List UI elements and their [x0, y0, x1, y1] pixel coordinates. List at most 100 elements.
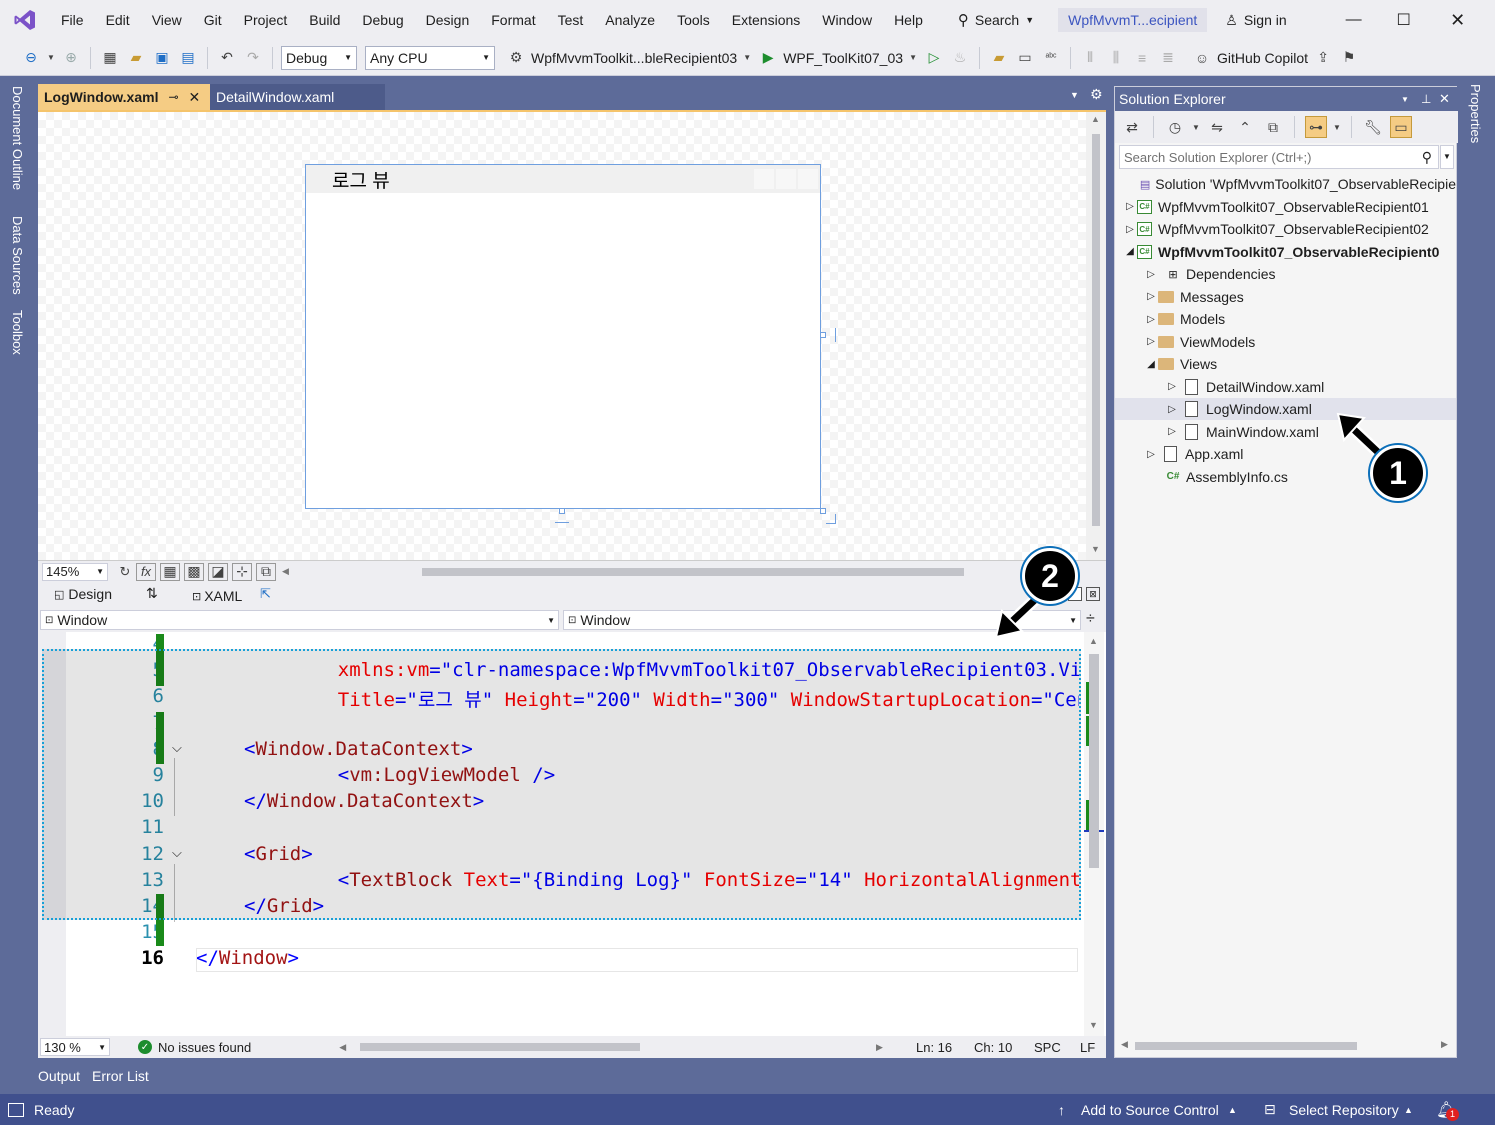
tree-item[interactable]: ▷ MainWindow.xaml — [1115, 421, 1456, 443]
chevron-down-icon[interactable]: ▼ — [1192, 116, 1200, 138]
browse-icon[interactable]: ▰ — [988, 47, 1010, 69]
scroll-right-icon[interactable]: ▶ — [876, 1042, 883, 1053]
history-icon[interactable]: ◷ — [1164, 116, 1186, 138]
close-button[interactable]: ✕ — [1431, 10, 1485, 31]
tree-item[interactable]: ◢ C# WpfMvvmToolkit07_ObservableRecipient0 — [1115, 241, 1456, 263]
expand-arrow-icon[interactable]: ▷ — [1123, 201, 1137, 212]
hot-reload-icon[interactable]: ♨ — [949, 47, 971, 69]
toolbox-tab[interactable]: Toolbox — [10, 310, 25, 355]
tree-item[interactable]: ▷ Models — [1115, 308, 1456, 330]
menu-format[interactable]: Format — [480, 0, 546, 40]
expand-arrow-icon[interactable]: ▷ — [1165, 381, 1179, 392]
tree-item[interactable]: ▤ Solution 'WpfMvvmToolkit07_ObservableRe… — [1115, 173, 1456, 195]
redo-icon[interactable]: ↷ — [242, 47, 264, 69]
expand-arrow-icon[interactable]: ▷ — [1144, 269, 1158, 280]
tree-item[interactable]: ◢ Views — [1115, 353, 1456, 375]
chevron-down-icon[interactable]: ▼ — [1333, 116, 1341, 138]
data-sources-tab[interactable]: Data Sources — [10, 216, 25, 295]
filter-icon[interactable]: ⊶ — [1305, 116, 1327, 138]
design-tab[interactable]: ◱ Design — [54, 586, 112, 602]
menu-file[interactable]: File — [50, 0, 95, 40]
document-outline-tab[interactable]: Document Outline — [10, 86, 25, 190]
search-box[interactable]: ⚲ Search ▼ — [948, 7, 1044, 33]
tab-error-list[interactable]: Error List — [92, 1068, 149, 1084]
chevron-up-icon[interactable]: ▲ — [1404, 1105, 1413, 1115]
switch-views-icon[interactable]: ⇄ — [1121, 116, 1143, 138]
column-status[interactable]: Ch: 10 — [974, 1040, 1012, 1055]
undo-icon[interactable]: ↶ — [216, 47, 238, 69]
expand-arrow-icon[interactable]: ▷ — [1165, 404, 1179, 415]
maximize-button[interactable]: ☐ — [1377, 10, 1431, 30]
share-icon[interactable]: ⇪ — [1312, 47, 1334, 69]
properties-wrench-icon[interactable]: 🔧︎ — [1362, 116, 1384, 138]
show-all-files-icon[interactable]: ⧉ — [1262, 116, 1284, 138]
snap-grid-icon[interactable]: ▩ — [184, 562, 204, 581]
add-to-source-control-button[interactable]: Add to Source Control — [1081, 1102, 1219, 1118]
sync-icon[interactable]: ⇋ — [1206, 116, 1228, 138]
copilot-button[interactable]: GitHub Copilot — [1217, 50, 1308, 66]
whitespace-status[interactable]: SPC — [1034, 1040, 1061, 1055]
tree-item[interactable]: ▷ ViewModels — [1115, 331, 1456, 353]
tree-item[interactable]: ▷ LogWindow.xaml — [1115, 398, 1456, 420]
sign-in-button[interactable]: ♙ Sign in — [1225, 12, 1286, 29]
open-folder-icon[interactable]: ▰ — [125, 47, 147, 69]
chevron-down-icon[interactable]: ▼ — [907, 47, 919, 69]
resize-handle[interactable] — [559, 508, 565, 514]
menu-tools[interactable]: Tools — [666, 0, 721, 40]
pin-icon[interactable]: ⊸ — [168, 90, 178, 104]
swap-panes-icon[interactable]: ⇅ — [146, 585, 158, 602]
feedback-icon[interactable]: ⚑ — [1338, 47, 1360, 69]
collapse-pane-icon[interactable]: ⊠ — [1086, 587, 1100, 601]
tab-overflow-icon[interactable]: ▼ — [1070, 90, 1079, 100]
close-icon[interactable]: ✕ — [1439, 91, 1450, 107]
menu-test[interactable]: Test — [547, 0, 595, 40]
grid-icon[interactable]: ▦ — [160, 562, 180, 581]
editor-zoom-dropdown[interactable]: 130 % ▼ — [40, 1038, 110, 1056]
startup-project-dropdown[interactable]: WpfMvvmToolkit...bleRecipient03 — [531, 50, 737, 66]
chevron-down-icon[interactable]: ▼ — [741, 47, 753, 69]
collapse-arrow-icon[interactable]: ◢ — [1123, 246, 1137, 257]
tree-item[interactable]: ▷ Messages — [1115, 286, 1456, 308]
tree-item[interactable]: ▷ C# WpfMvvmToolkit07_ObservableRecipient0… — [1115, 218, 1456, 240]
snap-lines-icon[interactable]: ⊹ — [232, 562, 252, 581]
split-editor-icon[interactable]: ÷ — [1086, 610, 1095, 628]
solution-search-input[interactable]: Search Solution Explorer (Ctrl+;) ⚲ — [1119, 145, 1439, 169]
start-without-debug-icon[interactable]: ▷ — [923, 47, 945, 69]
minimize-button[interactable]: — — [1331, 11, 1377, 29]
expand-arrow-icon[interactable]: ▷ — [1123, 224, 1137, 235]
scroll-left-icon[interactable]: ◀ — [339, 1042, 346, 1053]
save-all-icon[interactable]: ▤ — [177, 47, 199, 69]
pin-icon[interactable]: ⊥ — [1421, 92, 1431, 106]
expand-arrow-icon[interactable]: ▷ — [1144, 336, 1158, 347]
tab-detailwindow-xaml[interactable]: DetailWindow.xaml — [210, 84, 385, 110]
layout-icon[interactable]: ▭ — [1014, 47, 1036, 69]
properties-tab[interactable]: Properties — [1468, 84, 1483, 143]
menu-view[interactable]: View — [141, 0, 193, 40]
tab-logwindow-xaml[interactable]: LogWindow.xaml ⊸ ✕ — [38, 84, 210, 110]
tree-item[interactable]: ▷ ⊞ Dependencies — [1115, 263, 1456, 285]
design-horizontal-scrollbar[interactable] — [422, 568, 964, 576]
platform-dropdown[interactable]: Any CPU ▼ — [365, 45, 495, 70]
forward-icon[interactable]: ⊕ — [60, 47, 82, 69]
editor-horizontal-scrollbar[interactable] — [360, 1043, 640, 1051]
new-project-icon[interactable]: ▦ — [99, 47, 121, 69]
refresh-icon[interactable]: ↻ — [114, 561, 136, 583]
menu-project[interactable]: Project — [233, 0, 299, 40]
chevron-down-icon[interactable]: ▼ — [1401, 95, 1409, 104]
collapse-arrow-icon[interactable]: ◢ — [1144, 359, 1158, 370]
select-repository-button[interactable]: Select Repository — [1289, 1102, 1399, 1118]
editor-vertical-scrollbar[interactable]: ▲ ▼ — [1084, 632, 1104, 1036]
tab-output[interactable]: Output — [38, 1068, 80, 1084]
expand-arrow-icon[interactable]: ▷ — [1144, 291, 1158, 302]
align-icon[interactable]: ⫴ — [1079, 47, 1101, 69]
close-icon[interactable]: ✕ — [189, 89, 201, 106]
solution-horizontal-scrollbar[interactable]: ◀ ▶ — [1115, 1035, 1456, 1057]
line-number-status[interactable]: Ln: 16 — [916, 1040, 952, 1055]
artboard-icon[interactable]: ◪ — [208, 562, 228, 581]
popout-icon[interactable]: ⇱ — [260, 586, 271, 602]
xaml-tab[interactable]: ⊡ XAML — [192, 588, 242, 604]
tree-item[interactable]: ▷ C# WpfMvvmToolkit07_ObservableRecipient0… — [1115, 196, 1456, 218]
distribute-icon[interactable]: ⫼ — [1105, 47, 1127, 69]
tree-item[interactable]: ▷ DetailWindow.xaml — [1115, 376, 1456, 398]
menu-analyze[interactable]: Analyze — [594, 0, 666, 40]
